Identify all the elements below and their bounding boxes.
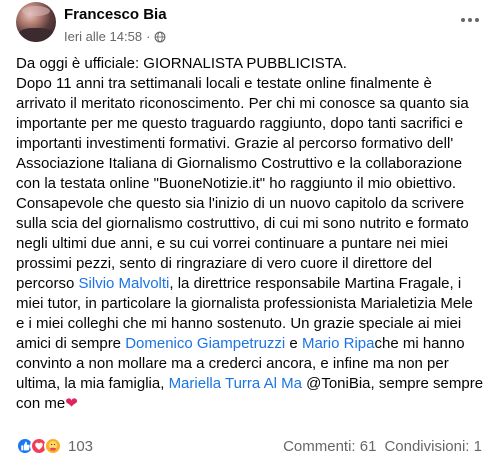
post-text-segment: arrivato il meritato riconoscimento. Per… [16,95,469,112]
avatar[interactable] [16,2,56,42]
post-text-segment: e [285,335,302,352]
mention-link[interactable]: Mario Ripa [302,335,375,352]
post-text-segment: Consapevole che questo sia l'inizio di u… [16,195,465,212]
post-text-segment: sulla scia del giornalismo costruttivo, … [16,215,469,232]
post-text-segment: importante per me questo traguardo raggi… [16,115,463,132]
post-text-segment: ultima, la mia famiglia, [16,375,169,392]
author-name[interactable]: Francesco Bia [64,6,167,23]
post-text-line: Da oggi è ufficiale: GIORNALISTA PUBBLIC… [16,54,486,74]
post-text-segment: Da oggi è ufficiale: GIORNALISTA PUBBLIC… [16,55,347,72]
post-text-line: percorso Silvio Malvolti, la direttrice … [16,274,486,294]
post-text-segment: prossimi pezzi, sento di ringraziare di … [16,255,433,272]
globe-icon[interactable] [154,31,166,43]
post-text-segment: negli ultimi due anni, e su cui vorrei c… [16,235,448,252]
post-text-segment: amici di sempre [16,335,126,352]
post-text-segment: @ToniBia, sempre sempre [301,375,484,392]
reaction-count[interactable]: 103 [68,438,93,455]
post-text-line: prossimi pezzi, sento di ringraziare di … [16,254,486,274]
post-text-line: con me❤ [16,394,486,414]
heart-emoji-icon: ❤ [65,395,78,412]
post-text-segment: Dopo 11 anni tra settimanali locali e te… [16,75,432,92]
post-text-segment: con la testata online "BuoneNotizie.it" … [16,175,457,192]
meta-separator: · [146,29,151,44]
engagement-counts: Commenti: 61 Condivisioni: 1 [283,438,482,455]
post-text-line: sulla scia del giornalismo costruttivo, … [16,214,486,234]
post-text-line: importanti investimenti formativi. Grazi… [16,134,486,154]
post-text-line: Associazione Italiana di Giornalismo Cos… [16,154,486,174]
reactions-summary[interactable]: 103 [16,437,93,455]
post-text-line: ultima, la mia famiglia, Mariella Turra … [16,374,486,394]
post-text-line: convinto a non mollare ma a crederci anc… [16,354,486,374]
post-meta: Ieri alle 14:58 · [64,29,166,44]
divider [16,425,480,426]
post-text-line: negli ultimi due anni, e su cui vorrei c… [16,234,486,254]
post-text: Da oggi è ufficiale: GIORNALISTA PUBBLIC… [16,54,486,414]
post-text-line: miei tutor, in particolare la giornalist… [16,294,486,314]
mention-link[interactable]: Silvio Malvolti [79,275,170,292]
post-text-segment: Associazione Italiana di Giornalismo Cos… [16,155,463,172]
mention-link[interactable]: Domenico Giampetruzzi [125,335,285,352]
post-text-segment: miei tutor, in particolare la giornalist… [16,295,473,312]
post-text-line: amici di sempre Domenico Giampetruzzi e … [16,334,486,354]
more-options-icon[interactable] [456,10,484,30]
post-text-line: con la testata online "BuoneNotizie.it" … [16,174,486,194]
post-text-segment: con me [16,395,66,412]
post-text-segment: convinto a non mollare ma a crederci anc… [16,355,449,372]
post-text-line: Dopo 11 anni tra settimanali locali e te… [16,74,486,94]
post-text-segment: importanti investimenti formativi. Grazi… [16,135,454,152]
post-text-segment: che mi hanno [374,335,465,352]
timestamp[interactable]: Ieri alle 14:58 [64,29,142,44]
care-icon [44,437,62,455]
reaction-icons [16,437,62,455]
post-text-segment: e i miei colleghi che mi hanno sostenuto… [16,315,462,332]
comments-count[interactable]: Commenti: 61 [283,438,376,455]
post-text-line: arrivato il meritato riconoscimento. Per… [16,94,486,114]
post-text-line: importante per me questo traguardo raggi… [16,114,486,134]
post-footer: 103 Commenti: 61 Condivisioni: 1 [16,434,482,458]
post-text-segment: , la direttrice responsabile Martina Fra… [169,275,462,292]
post-text-segment: percorso [16,275,79,292]
post-header: Francesco Bia Ieri alle 14:58 · [16,0,486,52]
post-text-line: e i miei colleghi che mi hanno sostenuto… [16,314,486,334]
mention-link[interactable]: Mariella Turra Al Ma [169,375,302,392]
shares-count[interactable]: Condivisioni: 1 [384,438,482,455]
post-text-line: Consapevole che questo sia l'inizio di u… [16,194,486,214]
